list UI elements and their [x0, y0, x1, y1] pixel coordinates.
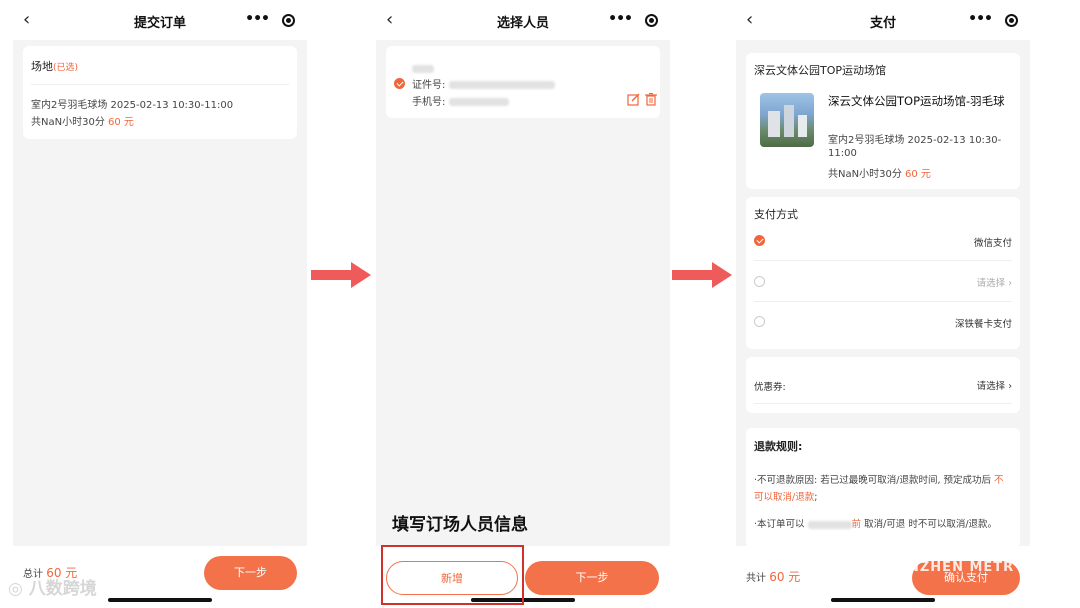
phone-label: 手机号:: [412, 97, 446, 108]
venue-card: 场地(已选) 室内2号羽毛球场 2025-02-13 10:30-11:00 共…: [23, 46, 297, 139]
edit-icon[interactable]: [627, 93, 640, 106]
product-price: 60 元: [905, 169, 931, 180]
highlight-box: [381, 545, 524, 605]
refund-p2-a: ·本订单可以: [754, 519, 805, 530]
content-area: 证件号: 手机号: 填写订场人员信息: [376, 40, 670, 546]
watermark-left: ◎ 八数跨境: [8, 574, 97, 599]
venue-selected-tag: (已选): [53, 63, 79, 73]
coupon-value-row: 请选择 ›: [977, 378, 1012, 392]
divider: [754, 260, 1012, 261]
venue-thumbnail: [760, 93, 814, 147]
watermark-left-text: 八数跨境: [28, 579, 97, 599]
arrow-right-icon: [311, 262, 371, 288]
refund-paragraph-2: ·本订单可以 前 取消/可退 时不可以取消/退款。: [754, 516, 1012, 533]
check-circle-icon[interactable]: [754, 235, 765, 246]
product-line1: 室内2号羽毛球场 2025-02-13 10:30-: [828, 135, 1002, 146]
coupon-card[interactable]: 优惠券: 请选择 ›: [746, 357, 1020, 413]
target-icon[interactable]: [282, 14, 295, 27]
total-label: 共计: [746, 573, 766, 584]
duration-text: 共NaN小时30分: [31, 117, 105, 128]
coupon-value: 请选择: [976, 381, 1006, 392]
venue-name: 深云文体公园TOP运动场馆: [754, 64, 887, 77]
nav-bar: ‹ 提交订单 •••: [13, 0, 307, 40]
coupon-label: 优惠券:: [754, 382, 786, 393]
content-area: 场地(已选) 室内2号羽毛球场 2025-02-13 10:30-11:00 共…: [13, 40, 307, 546]
refund-p2-d: 时不可以取消/退款。: [908, 519, 998, 530]
watermark-right: NZHEN METR: [908, 560, 1015, 575]
more-dots-icon[interactable]: •••: [608, 11, 633, 27]
more-dots-icon[interactable]: •••: [245, 11, 270, 27]
divider: [754, 403, 1012, 404]
refund-title: 退款规则:: [754, 440, 803, 453]
product-duration: 共NaN小时30分: [828, 169, 902, 180]
product-card: 深云文体公园TOP运动场馆 深云文体公园TOP运动场馆-羽毛球 室内2号羽毛球场…: [746, 53, 1020, 189]
chevron-right-icon: ›: [1008, 278, 1012, 289]
nav-bar: ‹ 支付 •••: [736, 0, 1030, 40]
bottom-bar: 共计 60 元 确认支付: [736, 546, 1030, 608]
screen-submit-order: ‹ 提交订单 ••• 场地(已选) 室内2号羽毛球场 2025-02-13 10…: [13, 0, 307, 608]
id-value-blurred: [448, 81, 555, 89]
next-button[interactable]: 下一步: [525, 561, 659, 595]
duration-price: 60 元: [108, 117, 134, 128]
pay-method-card: 支付方式 微信支付 请选择 › 深铁餐卡支付: [746, 197, 1020, 349]
refund-p1-text: ·不可退款原因: 若已过最晚可取消/退款时间, 预定成功后: [754, 475, 991, 486]
target-icon[interactable]: [645, 14, 658, 27]
product-title: 深云文体公园TOP运动场馆-羽毛球: [828, 94, 1005, 108]
pay-select-label: 请选择: [976, 278, 1006, 289]
refund-card: 退款规则: ·不可退款原因: 若已过最晚可取消/退款时间, 预定成功后 不可以取…: [746, 428, 1020, 548]
person-card[interactable]: 证件号: 手机号:: [386, 46, 660, 118]
total-row: 共计 60 元: [746, 568, 800, 585]
radio-unchecked[interactable]: [754, 316, 765, 327]
product-duration-row: 共NaN小时30分 60 元: [828, 165, 931, 180]
duration-row: 共NaN小时30分 60 元: [31, 113, 134, 128]
next-button[interactable]: 下一步: [204, 556, 297, 590]
phone-value-blurred: [448, 98, 509, 106]
phone-row: 手机号:: [412, 93, 509, 108]
refund-p2-c: 取消/可退: [864, 519, 906, 530]
screen-payment: ‹ 支付 ••• 深云文体公园TOP运动场馆 深云文体公园TOP运动场馆-羽毛球…: [736, 0, 1030, 608]
id-label: 证件号:: [412, 80, 446, 91]
pay-metro-label: 深铁餐卡支付: [954, 319, 1012, 330]
product-line2: 11:00: [828, 148, 857, 159]
pay-select-row: 请选择 ›: [977, 275, 1012, 289]
chevron-right-icon: ›: [1008, 381, 1012, 392]
refund-paragraph-1: ·不可退款原因: 若已过最晚可取消/退款时间, 预定成功后 不可以取消/退款;: [754, 472, 1012, 506]
content-area: 深云文体公园TOP运动场馆 深云文体公园TOP运动场馆-羽毛球 室内2号羽毛球场…: [736, 40, 1030, 548]
check-circle-icon[interactable]: [394, 78, 405, 89]
trash-icon[interactable]: [645, 93, 657, 106]
person-name: [412, 58, 434, 77]
radio-unchecked[interactable]: [754, 276, 765, 287]
venue-label-row: 场地(已选): [31, 58, 78, 74]
divider: [754, 301, 1012, 302]
target-icon[interactable]: [1005, 14, 1018, 27]
booking-line: 室内2号羽毛球场 2025-02-13 10:30-11:00: [31, 100, 234, 111]
pay-method-title: 支付方式: [754, 208, 798, 221]
home-indicator: [831, 598, 935, 602]
nav-bar: ‹ 选择人员 •••: [376, 0, 670, 40]
id-row: 证件号:: [412, 76, 555, 91]
screen-select-person: ‹ 选择人员 ••• 证件号: 手机号: 填写订场人员信息 新增 下一步: [376, 0, 670, 608]
refund-p2-b: 前: [851, 519, 862, 530]
watermark-logo-icon: ◎: [8, 579, 23, 599]
refund-p1-end: ;: [814, 492, 818, 503]
more-dots-icon[interactable]: •••: [968, 11, 993, 27]
pay-wechat-label: 微信支付: [973, 238, 1012, 249]
caption: 填写订场人员信息: [392, 515, 528, 535]
arrow-right-icon: [672, 262, 732, 288]
venue-label: 场地: [31, 60, 53, 73]
home-indicator: [108, 598, 212, 602]
divider: [31, 84, 289, 85]
total-price: 60 元: [769, 570, 801, 584]
